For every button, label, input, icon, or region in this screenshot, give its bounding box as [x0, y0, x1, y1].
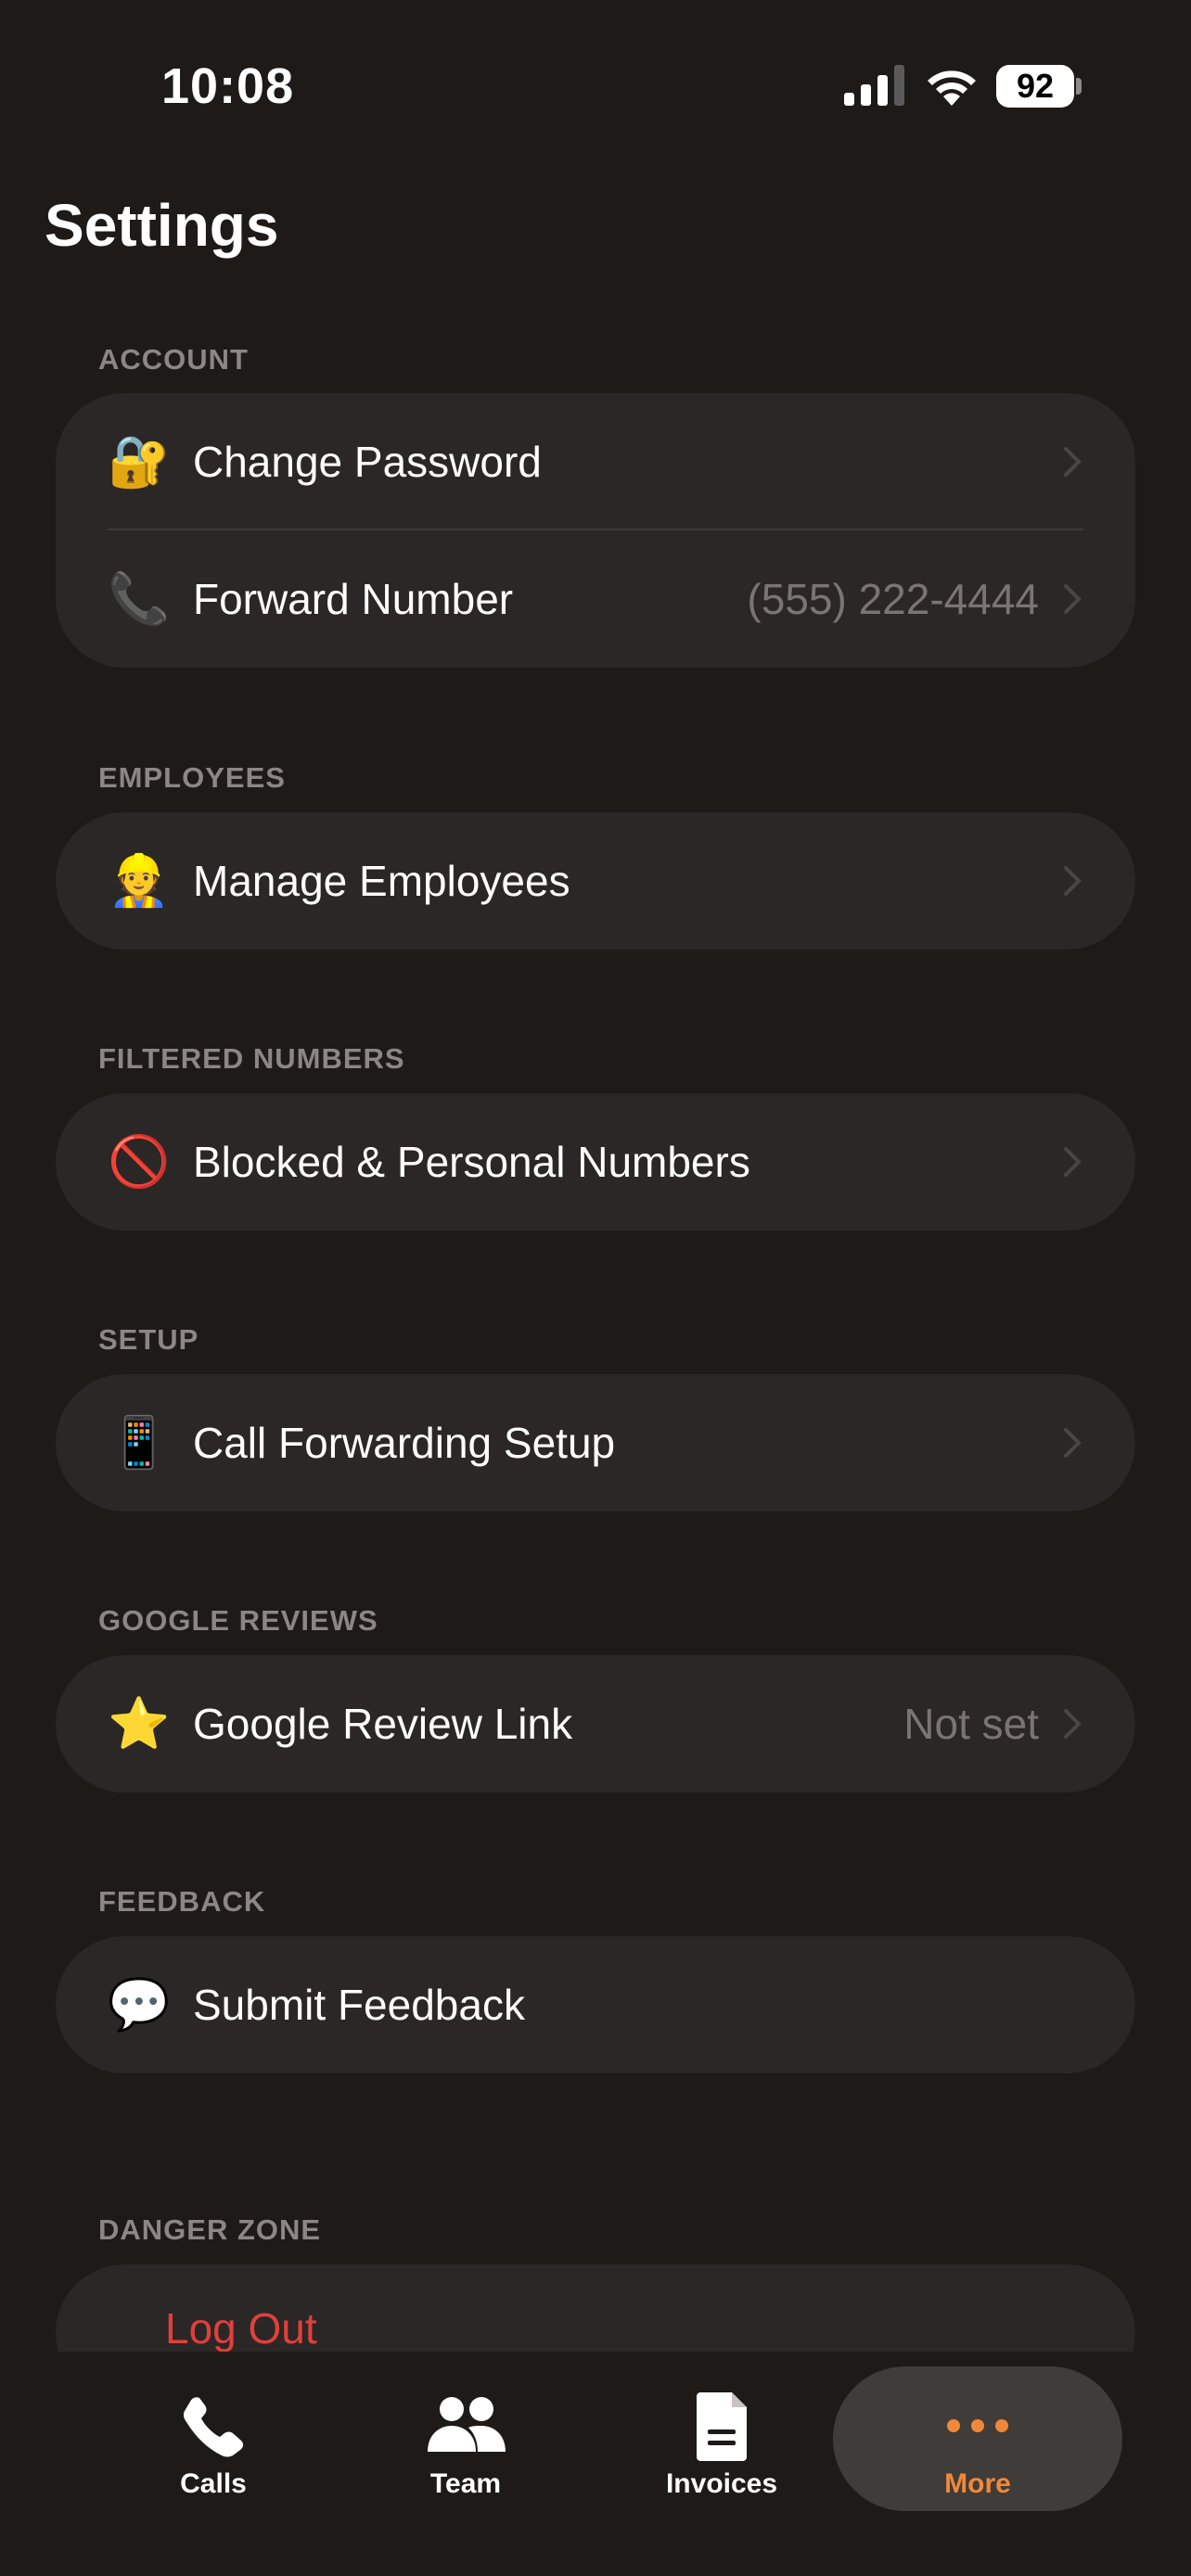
row-label: Change Password: [193, 438, 542, 486]
section-header-danger-zone: DANGER ZONE: [98, 2213, 322, 2246]
speech-bubble-icon: 💬: [108, 1975, 171, 2034]
tab-label: Calls: [180, 2468, 247, 2499]
prohibited-icon: 🚫: [108, 1132, 171, 1191]
tab-label: More: [944, 2468, 1011, 2499]
change-password-row[interactable]: 🔐 Change Password: [56, 393, 1135, 530]
forward-number-row[interactable]: 📞 Forward Number (555) 222-4444: [56, 530, 1135, 668]
forward-number-value: (555) 222-4444: [747, 575, 1039, 623]
status-bar: 10:08 92: [0, 0, 1191, 176]
manage-employees-row[interactable]: 👷 Manage Employees: [56, 812, 1135, 950]
chevron-right-icon: [1064, 1428, 1082, 1458]
filtered-numbers-card: 🚫 Blocked & Personal Numbers: [56, 1093, 1135, 1231]
blocked-personal-numbers-row[interactable]: 🚫 Blocked & Personal Numbers: [56, 1093, 1135, 1231]
tab-team[interactable]: Team: [373, 2366, 558, 2511]
tab-label: Invoices: [665, 2468, 778, 2499]
section-header-employees: EMPLOYEES: [98, 761, 286, 794]
battery-indicator: 92: [996, 65, 1074, 108]
tab-bar: Calls Team Invoices More: [0, 2352, 1191, 2576]
wifi-icon: [928, 70, 976, 106]
call-forwarding-setup-row[interactable]: 📱 Call Forwarding Setup: [56, 1374, 1135, 1511]
telephone-icon: 📞: [108, 569, 171, 628]
google-review-link-row[interactable]: ⭐ Google Review Link Not set: [56, 1655, 1135, 1792]
section-header-filtered-numbers: FILTERED NUMBERS: [98, 1042, 405, 1075]
cellular-signal-icon: [844, 65, 904, 106]
section-header-google-reviews: GOOGLE REVIEWS: [98, 1604, 378, 1637]
chevron-right-icon: [1064, 584, 1082, 614]
section-header-feedback: FEEDBACK: [98, 1885, 266, 1918]
log-out-button[interactable]: Log Out: [165, 2303, 317, 2353]
tab-label: Team: [429, 2468, 502, 2499]
section-header-account: ACCOUNT: [98, 343, 249, 376]
chevron-right-icon: [1064, 447, 1082, 477]
document-icon: [697, 2392, 747, 2461]
row-label: Call Forwarding Setup: [193, 1419, 616, 1467]
star-icon: ⭐: [108, 1694, 171, 1753]
battery-tip: [1076, 78, 1082, 95]
phone-icon: [183, 2397, 244, 2457]
ellipsis-icon: [947, 2419, 1008, 2432]
tab-invoices[interactable]: Invoices: [629, 2366, 814, 2511]
tab-calls[interactable]: Calls: [121, 2366, 306, 2511]
row-label: Google Review Link: [193, 1700, 573, 1748]
feedback-card: 💬 Submit Feedback: [56, 1936, 1135, 2073]
row-label: Manage Employees: [193, 857, 570, 905]
construction-worker-icon: 👷: [108, 851, 171, 910]
employees-card: 👷 Manage Employees: [56, 812, 1135, 950]
google-reviews-card: ⭐ Google Review Link Not set: [56, 1655, 1135, 1792]
setup-card: 📱 Call Forwarding Setup: [56, 1374, 1135, 1511]
chevron-right-icon: [1064, 1709, 1082, 1739]
page-title: Settings: [45, 192, 279, 259]
section-header-setup: SETUP: [98, 1323, 199, 1356]
tab-more[interactable]: More: [833, 2366, 1122, 2511]
chevron-right-icon: [1064, 1147, 1082, 1177]
mobile-phone-icon: 📱: [108, 1413, 171, 1472]
people-icon: [428, 2397, 506, 2452]
google-review-link-value: Not set: [903, 1700, 1039, 1748]
row-label: Submit Feedback: [193, 1981, 525, 2029]
submit-feedback-row[interactable]: 💬 Submit Feedback: [56, 1936, 1135, 2073]
chevron-right-icon: [1064, 866, 1082, 896]
lock-key-icon: 🔐: [108, 432, 171, 491]
row-label: Blocked & Personal Numbers: [193, 1138, 750, 1186]
row-label: Forward Number: [193, 575, 514, 623]
status-time: 10:08: [161, 58, 295, 114]
account-card: 🔐 Change Password 📞 Forward Number (555)…: [56, 393, 1135, 668]
